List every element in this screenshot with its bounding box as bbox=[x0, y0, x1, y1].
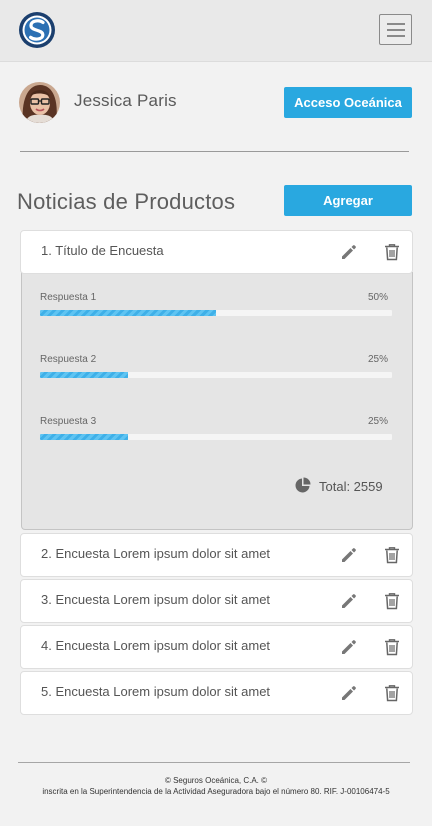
edit-pencil-icon[interactable] bbox=[339, 545, 359, 565]
divider bbox=[20, 151, 409, 152]
top-bar bbox=[0, 0, 432, 62]
trash-icon[interactable] bbox=[382, 591, 402, 611]
answer-bar-fill bbox=[40, 310, 216, 316]
edit-pencil-icon[interactable] bbox=[339, 591, 359, 611]
company-logo[interactable] bbox=[18, 11, 56, 49]
answer-percent: 25% bbox=[367, 416, 388, 427]
pie-chart-icon bbox=[295, 477, 311, 493]
answer-percent: 25% bbox=[367, 354, 388, 365]
footer-legal: inscrita en la Superintendencia de la Ac… bbox=[42, 787, 390, 796]
survey-title: 2. Encuesta Lorem ipsum dolor sit amet bbox=[41, 546, 271, 561]
footer-divider bbox=[18, 762, 410, 763]
answer-bar-fill bbox=[40, 434, 128, 440]
answer-bar-track bbox=[40, 434, 392, 440]
trash-icon[interactable] bbox=[382, 545, 402, 565]
add-button[interactable]: Agregar bbox=[284, 185, 412, 216]
answer-bar-fill bbox=[40, 372, 128, 378]
edit-pencil-icon[interactable] bbox=[339, 683, 359, 703]
trash-icon[interactable] bbox=[382, 683, 402, 703]
trash-icon[interactable] bbox=[382, 242, 402, 262]
page-title: Noticias de Productos bbox=[17, 189, 236, 214]
answer-label: Respuesta 1 bbox=[40, 292, 97, 303]
answer-bar-track bbox=[40, 372, 392, 378]
hamburger-menu-icon[interactable] bbox=[379, 14, 412, 45]
survey-card-3[interactable]: 3. Encuesta Lorem ipsum dolor sit amet bbox=[20, 579, 413, 623]
total-votes: Total: 2559 bbox=[294, 477, 404, 495]
trash-icon[interactable] bbox=[382, 637, 402, 657]
user-name: Jessica Paris bbox=[74, 91, 177, 110]
survey-title: 1. Título de Encuesta bbox=[41, 243, 164, 258]
survey-card-5[interactable]: 5. Encuesta Lorem ipsum dolor sit amet bbox=[20, 671, 413, 715]
avatar bbox=[19, 82, 60, 123]
survey-card-1[interactable]: 1. Título de Encuesta bbox=[20, 230, 413, 274]
answer-label: Respuesta 3 bbox=[40, 416, 97, 427]
survey-title: 3. Encuesta Lorem ipsum dolor sit amet bbox=[41, 592, 271, 607]
answer-percent: 50% bbox=[367, 292, 388, 303]
answer-label: Respuesta 2 bbox=[40, 354, 97, 365]
footer: © Seguros Oceánica, C.A. © inscrita en l… bbox=[0, 775, 432, 797]
survey-title: 5. Encuesta Lorem ipsum dolor sit amet bbox=[41, 684, 271, 699]
survey-card-2[interactable]: 2. Encuesta Lorem ipsum dolor sit amet bbox=[20, 533, 413, 577]
acceso-oceanica-button[interactable]: Acceso Oceánica bbox=[284, 87, 412, 118]
survey-title: 4. Encuesta Lorem ipsum dolor sit amet bbox=[41, 638, 271, 653]
survey-card-4[interactable]: 4. Encuesta Lorem ipsum dolor sit amet bbox=[20, 625, 413, 669]
edit-pencil-icon[interactable] bbox=[339, 242, 359, 262]
footer-copyright: © Seguros Oceánica, C.A. © bbox=[164, 776, 268, 785]
answer-bar-track bbox=[40, 310, 392, 316]
edit-pencil-icon[interactable] bbox=[339, 637, 359, 657]
total-text: Total: 2559 bbox=[319, 479, 383, 494]
survey-results-panel: Respuesta 1 50% Respuesta 2 25% Respuest… bbox=[21, 272, 413, 530]
